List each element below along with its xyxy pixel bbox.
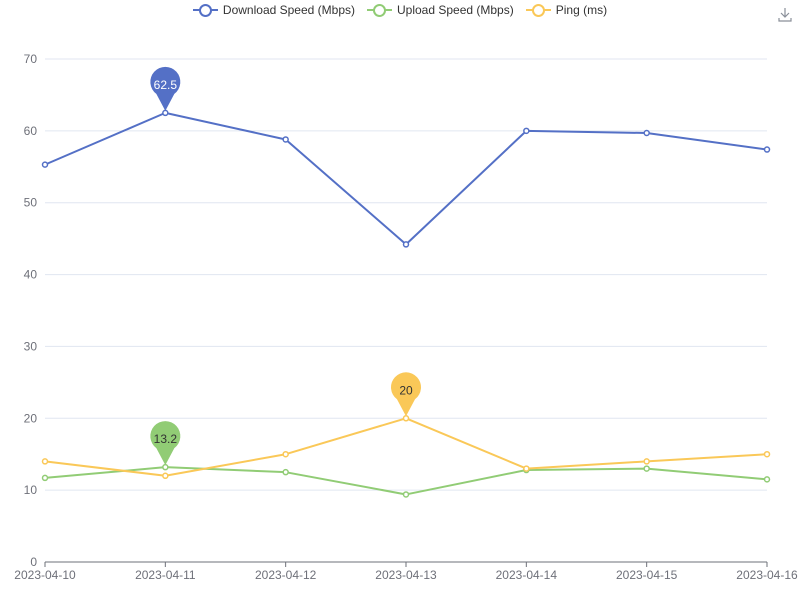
data-point-download	[643, 129, 650, 137]
data-point-upload	[41, 474, 49, 482]
data-point-ping	[162, 472, 169, 480]
x-tick-label: 2023-04-14	[496, 568, 558, 582]
max-marker-label: 20	[399, 383, 413, 397]
y-tick-label: 50	[24, 196, 38, 210]
series-line-ping	[44, 417, 768, 477]
data-point-ping	[282, 450, 289, 458]
data-point-download	[402, 241, 410, 248]
x-tick-label: 2023-04-11	[135, 568, 196, 582]
max-marker-label: 13.2	[154, 432, 178, 446]
max-marker-pin: 13.2	[150, 421, 181, 466]
max-marker-pin: 62.5	[150, 66, 181, 111]
data-point-download	[763, 146, 771, 153]
x-tick-label: 2023-04-12	[255, 568, 317, 582]
y-tick-label: 40	[24, 268, 38, 282]
max-marker-label: 62.5	[154, 78, 178, 92]
y-tick-label: 60	[24, 124, 38, 138]
y-tick-label: 20	[24, 411, 38, 425]
data-point-upload	[643, 465, 650, 472]
data-point-ping	[643, 458, 650, 465]
data-point-upload	[402, 491, 410, 498]
data-point-ping	[523, 465, 530, 472]
x-tick-label: 2023-04-15	[616, 568, 678, 582]
data-point-ping	[763, 450, 771, 458]
data-point-ping	[41, 458, 49, 465]
max-marker-pin: 20	[391, 372, 421, 417]
y-tick-label: 30	[24, 339, 38, 353]
data-point-ping	[402, 415, 410, 422]
series-line-download	[44, 111, 768, 246]
x-tick-label: 2023-04-16	[736, 568, 798, 582]
data-point-upload	[282, 468, 289, 476]
data-point-upload	[763, 476, 771, 483]
y-tick-label: 0	[30, 555, 37, 569]
x-tick-label: 2023-04-10	[14, 568, 76, 582]
x-tick-label: 2023-04-13	[375, 568, 437, 582]
data-point-upload	[162, 463, 169, 471]
data-point-download	[282, 136, 289, 143]
line-chart: 0 10 20 30 40 50 60 70 2023-04-10 2023-04-11 2023-…	[14, 52, 798, 582]
y-tick-label: 70	[24, 52, 38, 66]
data-point-download	[41, 161, 49, 168]
y-tick-label: 10	[24, 483, 38, 497]
data-point-download	[162, 109, 169, 117]
data-point-download	[523, 127, 530, 135]
